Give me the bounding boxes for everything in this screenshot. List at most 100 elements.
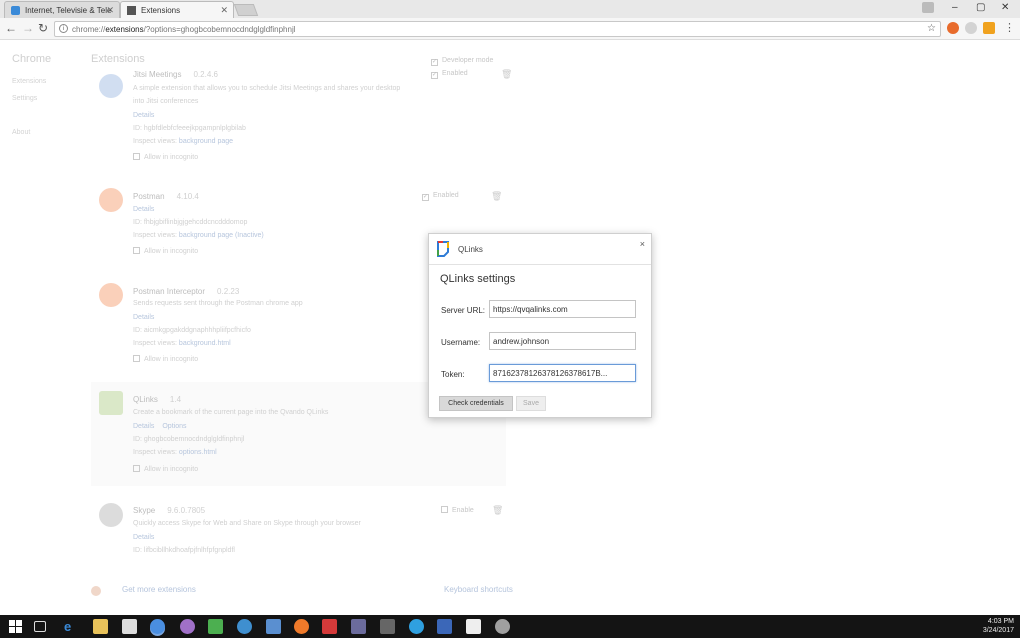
inspect-view-link[interactable]: background page: [179, 138, 233, 145]
token-field[interactable]: [489, 364, 636, 382]
sidebar-item-settings[interactable]: Settings: [12, 95, 37, 102]
page-favicon-icon: [11, 6, 20, 15]
url-host: extensions: [105, 25, 144, 34]
app-icon[interactable]: [495, 619, 510, 634]
trash-icon[interactable]: 🗑: [491, 191, 502, 202]
options-link[interactable]: Options: [162, 423, 186, 430]
allow-incognito-checkbox[interactable]: Allow in incognito: [133, 355, 198, 363]
allow-incognito-checkbox[interactable]: Allow in incognito: [133, 247, 198, 255]
extension-id: ID: ghogbcobemnocdndglgldfinphnjl: [133, 436, 245, 443]
extension-id: ID: lifbcibllhkdhoafpjfnlhfpfgnpldfl: [133, 547, 235, 554]
extension-name: Skype: [133, 506, 156, 515]
inspect-views-label: Inspect views:: [133, 340, 177, 347]
tab-internet[interactable]: Internet, Televisie & Tele ✕: [4, 1, 120, 18]
dialog-title: QLinks settings: [440, 273, 516, 285]
details-link[interactable]: Details: [133, 206, 154, 213]
qlinks-icon: [99, 391, 123, 415]
system-clock[interactable]: 4:03 PM 3/24/2017: [983, 617, 1014, 635]
address-bar[interactable]: i chrome://extensions/?options=ghogbcobe…: [54, 21, 941, 37]
allow-incognito-checkbox[interactable]: Allow in incognito: [133, 465, 198, 473]
minimize-button[interactable]: –: [952, 2, 958, 13]
sidebar-item-about[interactable]: About: [12, 129, 30, 136]
check-credentials-button[interactable]: Check credentials: [439, 396, 513, 411]
inspect-view-link[interactable]: background page (Inactive): [179, 232, 264, 239]
file-explorer-icon[interactable]: [93, 619, 108, 634]
username-label: Username:: [441, 338, 481, 347]
username-field[interactable]: [489, 332, 636, 350]
trash-icon[interactable]: 🗑: [492, 505, 503, 516]
tab-extensions[interactable]: Extensions ✕: [120, 1, 234, 18]
inspect-view-link[interactable]: background.html: [179, 340, 231, 347]
allow-incognito-label: Allow in incognito: [144, 466, 199, 473]
close-window-button[interactable]: ✕: [1001, 2, 1009, 13]
profile-icon[interactable]: [922, 2, 934, 13]
tab-strip: Internet, Televisie & Tele ✕ Extensions …: [0, 0, 1020, 18]
enable-label: Enable: [452, 507, 474, 514]
extension-name: QLinks: [133, 395, 158, 404]
save-button[interactable]: Save: [516, 396, 546, 411]
app-icon[interactable]: [437, 619, 452, 634]
extension-version: 4.10.4: [176, 192, 199, 201]
extension-icon[interactable]: [947, 22, 959, 34]
clock-date: 3/24/2017: [982, 627, 1014, 634]
extension-description: Create a bookmark of the current page in…: [133, 409, 329, 416]
extension-icon[interactable]: [965, 22, 977, 34]
enabled-checkbox[interactable]: ✓ Enabled: [431, 70, 468, 79]
extension-name: Postman Interceptor: [133, 287, 206, 296]
url-prefix: chrome://: [72, 25, 106, 34]
tab-close-icon[interactable]: ✕: [220, 5, 228, 16]
enable-checkbox[interactable]: Enable: [441, 506, 474, 514]
browser-toolbar: ← → ↻ i chrome://extensions/?options=gho…: [0, 18, 1020, 40]
dialog-header: QLinks ×: [429, 234, 651, 265]
extension-card-jitsi: Jitsi Meetings 0.2.4.6 A simple extension…: [91, 66, 512, 166]
inspect-views-label: Inspect views:: [133, 232, 177, 239]
app-icon[interactable]: [180, 619, 195, 634]
windows-start-icon[interactable]: [8, 619, 23, 634]
details-link[interactable]: Details: [133, 314, 154, 321]
windows-taskbar: e 4:03 PM 3/24/2017: [0, 615, 1020, 638]
app-icon[interactable]: [266, 619, 281, 634]
tab-close-icon[interactable]: ✕: [106, 5, 114, 16]
document-icon[interactable]: [466, 619, 481, 634]
sidebar-item-extensions[interactable]: Extensions: [12, 78, 46, 85]
page-title: Extensions: [91, 53, 145, 65]
new-tab-button[interactable]: [233, 4, 259, 16]
allow-incognito-checkbox[interactable]: Allow in incognito: [133, 153, 198, 161]
bookmark-star-icon[interactable]: ☆: [927, 23, 936, 34]
store-icon[interactable]: [122, 619, 137, 634]
qlinks-extension-icon[interactable]: [983, 22, 995, 34]
details-link[interactable]: Details: [133, 423, 154, 430]
edge-icon[interactable]: e: [64, 619, 79, 634]
developer-mode-toggle[interactable]: ✓ Developer mode: [431, 57, 493, 66]
app-icon[interactable]: [237, 619, 252, 634]
task-view-icon[interactable]: [34, 621, 46, 632]
app-icon[interactable]: [208, 619, 223, 634]
forward-arrow-icon[interactable]: →: [22, 21, 34, 35]
trash-icon[interactable]: 🗑: [501, 69, 512, 80]
close-icon[interactable]: ×: [640, 239, 645, 249]
server-url-field[interactable]: [489, 300, 636, 318]
jitsi-icon: [99, 74, 123, 98]
maximize-button[interactable]: ▢: [976, 2, 985, 13]
extension-version: 0.2.4.6: [193, 70, 218, 79]
skype-icon[interactable]: [409, 619, 424, 634]
chrome-icon[interactable]: [150, 619, 165, 634]
allow-incognito-label: Allow in incognito: [144, 248, 199, 255]
app-icon[interactable]: [380, 619, 395, 634]
details-link[interactable]: Details: [133, 112, 154, 119]
qlinks-settings-dialog: QLinks × QLinks settings Server URL: Use…: [428, 233, 652, 418]
get-more-extensions-link[interactable]: Get more extensions: [122, 585, 196, 594]
app-icon[interactable]: [351, 619, 366, 634]
reload-icon[interactable]: ↻: [38, 21, 48, 35]
back-arrow-icon[interactable]: ←: [5, 21, 17, 35]
extension-id: ID: fhbjgbiflinbjgjgehcddcncdddomop: [133, 219, 248, 226]
menu-icon[interactable]: ⋮: [1004, 21, 1015, 34]
keyboard-shortcuts-link[interactable]: Keyboard shortcuts: [444, 585, 513, 594]
enabled-checkbox[interactable]: ✓ Enabled: [422, 192, 459, 201]
info-icon[interactable]: i: [59, 24, 68, 33]
details-link[interactable]: Details: [133, 534, 154, 541]
app-icon[interactable]: [322, 619, 337, 634]
token-label: Token:: [441, 370, 465, 379]
inspect-view-link[interactable]: options.html: [179, 449, 217, 456]
firefox-icon[interactable]: [294, 619, 309, 634]
